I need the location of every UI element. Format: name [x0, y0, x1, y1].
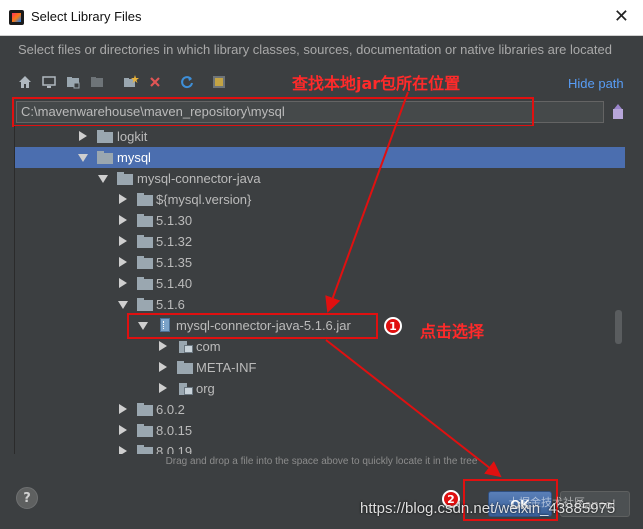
- window-title: Select Library Files: [31, 9, 142, 24]
- expand-arrow-icon[interactable]: [119, 278, 127, 288]
- tree-row-label: com: [196, 339, 221, 354]
- browse-path-icon[interactable]: [608, 101, 628, 123]
- tree-scrollbar[interactable]: [615, 310, 622, 344]
- tree-row-label: logkit: [117, 129, 148, 144]
- annotation-path-box: [12, 97, 534, 127]
- close-icon[interactable]: ✕: [614, 6, 629, 28]
- tree-row-meta-inf[interactable]: META-INF: [15, 357, 625, 378]
- folder-icon: [137, 445, 153, 454]
- hide-path-link[interactable]: Hide path: [568, 76, 624, 91]
- folder-icon: [137, 235, 153, 248]
- tree-row-label: 5.1.32: [156, 234, 193, 249]
- tree-row-label: mysql-connector-java: [137, 171, 261, 186]
- expand-arrow-icon[interactable]: [119, 236, 127, 246]
- drag-drop-hint: Drag and drop a file into the space abov…: [165, 456, 478, 467]
- delete-icon[interactable]: [146, 72, 164, 92]
- intellij-app-icon: [9, 10, 24, 25]
- annotation-badge-1: 1: [384, 317, 402, 335]
- refresh-icon[interactable]: [178, 72, 196, 92]
- tree-row-label: 8.0.15: [156, 423, 193, 438]
- folder-icon: [137, 403, 153, 416]
- tree-row-label: org: [196, 381, 215, 396]
- tree-row-com[interactable]: com: [15, 336, 625, 357]
- tree-row-5-1-6[interactable]: 5.1.6: [15, 294, 625, 315]
- expand-arrow-icon[interactable]: [79, 131, 87, 141]
- expand-arrow-icon[interactable]: [119, 257, 127, 267]
- expand-arrow-icon[interactable]: [119, 425, 127, 435]
- help-button[interactable]: ?: [16, 487, 38, 509]
- title-bar: Select Library Files ✕: [0, 0, 643, 36]
- folder-icon: [117, 172, 133, 185]
- dialog-description: Select files or directories in which lib…: [18, 42, 612, 57]
- expand-arrow-icon[interactable]: [119, 404, 127, 414]
- folder-icon: [137, 277, 153, 290]
- tree-row-mysql[interactable]: mysql: [15, 147, 625, 168]
- tree-row-mysql-connector-java[interactable]: mysql-connector-java: [15, 168, 625, 189]
- tree-row-label: 6.0.2: [156, 402, 185, 417]
- home-icon[interactable]: [16, 72, 34, 92]
- tree-row-5-1-35[interactable]: 5.1.35: [15, 252, 625, 273]
- folder-icon: [137, 424, 153, 437]
- folder-icon: [137, 214, 153, 227]
- folder-icon: [97, 130, 113, 143]
- module-folder-icon[interactable]: [88, 72, 106, 92]
- new-folder-icon[interactable]: [122, 72, 140, 92]
- tree-row-6-0-2[interactable]: 6.0.2: [15, 399, 625, 420]
- package-icon: [179, 381, 193, 395]
- collapse-arrow-icon[interactable]: [78, 154, 88, 162]
- tree-row-mysql-version[interactable]: ${mysql.version}: [15, 189, 625, 210]
- project-folder-icon[interactable]: [64, 72, 82, 92]
- folder-icon: [137, 256, 153, 269]
- tree-row-5-1-32[interactable]: 5.1.32: [15, 231, 625, 252]
- tree-row-label: 5.1.30: [156, 213, 193, 228]
- show-hidden-icon[interactable]: [210, 72, 228, 92]
- tree-row-label: 5.1.6: [156, 297, 185, 312]
- collapse-arrow-icon[interactable]: [98, 175, 108, 183]
- tree-row-label: 5.1.35: [156, 255, 193, 270]
- expand-arrow-icon[interactable]: [119, 215, 127, 225]
- tree-row-5-1-40[interactable]: 5.1.40: [15, 273, 625, 294]
- annotation-click-select: 点击选择: [420, 322, 485, 341]
- desktop-icon[interactable]: [40, 72, 58, 92]
- annotation-jar-box: [127, 313, 378, 339]
- expand-arrow-icon[interactable]: [159, 362, 167, 372]
- annotation-find-jar: 查找本地jar包所在位置: [292, 74, 461, 93]
- tree-row-label: ${mysql.version}: [156, 192, 252, 207]
- folder-icon: [137, 193, 153, 206]
- file-tree[interactable]: logkit mysql mysql-connector-java ${mysq…: [14, 126, 625, 454]
- tree-row-label: 5.1.40: [156, 276, 193, 291]
- tree-row-8-0-15[interactable]: 8.0.15: [15, 420, 625, 441]
- tree-row-org[interactable]: org: [15, 378, 625, 399]
- folder-icon: [137, 298, 153, 311]
- tree-row-label: META-INF: [196, 360, 257, 375]
- tree-row-logkit[interactable]: logkit: [15, 126, 625, 147]
- tree-row-5-1-30[interactable]: 5.1.30: [15, 210, 625, 231]
- collapse-arrow-icon[interactable]: [118, 301, 128, 309]
- expand-arrow-icon[interactable]: [159, 341, 167, 351]
- expand-arrow-icon[interactable]: [159, 383, 167, 393]
- folder-icon: [177, 361, 193, 374]
- tree-row-8-0-19[interactable]: 8.0.19: [15, 441, 625, 454]
- expand-arrow-icon[interactable]: [119, 194, 127, 204]
- folder-icon: [97, 151, 113, 164]
- tree-row-label: 8.0.19: [156, 444, 193, 454]
- expand-arrow-icon[interactable]: [119, 446, 127, 454]
- watermark-url: https://blog.csdn.net/weixin_43885975: [360, 500, 616, 517]
- tree-row-label: mysql: [117, 150, 151, 165]
- package-icon: [179, 339, 193, 353]
